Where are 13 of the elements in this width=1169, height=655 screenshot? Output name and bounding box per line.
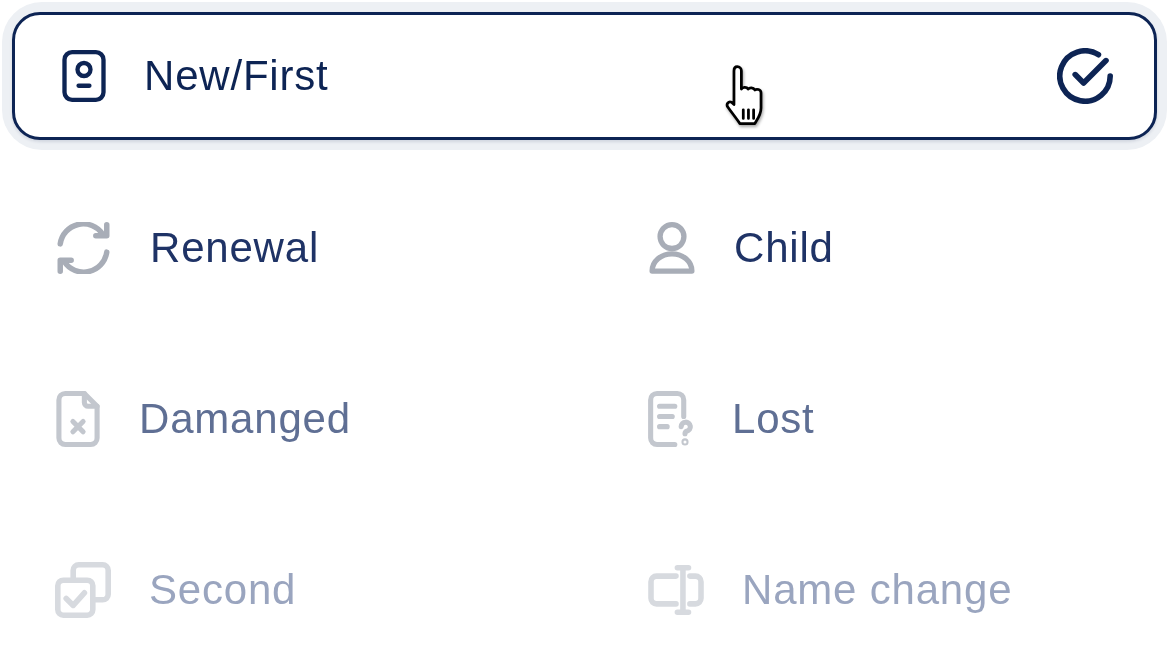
- option-button[interactable]: Child: [648, 221, 834, 275]
- document-question-icon: [648, 391, 694, 447]
- option-button[interactable]: New/First: [12, 12, 1157, 140]
- file-x-icon: [55, 391, 101, 447]
- person-icon: [648, 221, 696, 275]
- stacked-squares-check-icon: [55, 562, 111, 618]
- check-circle-icon: [1057, 48, 1113, 104]
- option-button[interactable]: Damanged: [55, 391, 351, 447]
- refresh-icon: [55, 222, 112, 274]
- id-badge-icon: [62, 50, 106, 102]
- option-button[interactable]: Lost: [648, 391, 815, 447]
- option-button[interactable]: Renewal: [55, 222, 320, 274]
- text-cursor-box-icon: [648, 565, 704, 615]
